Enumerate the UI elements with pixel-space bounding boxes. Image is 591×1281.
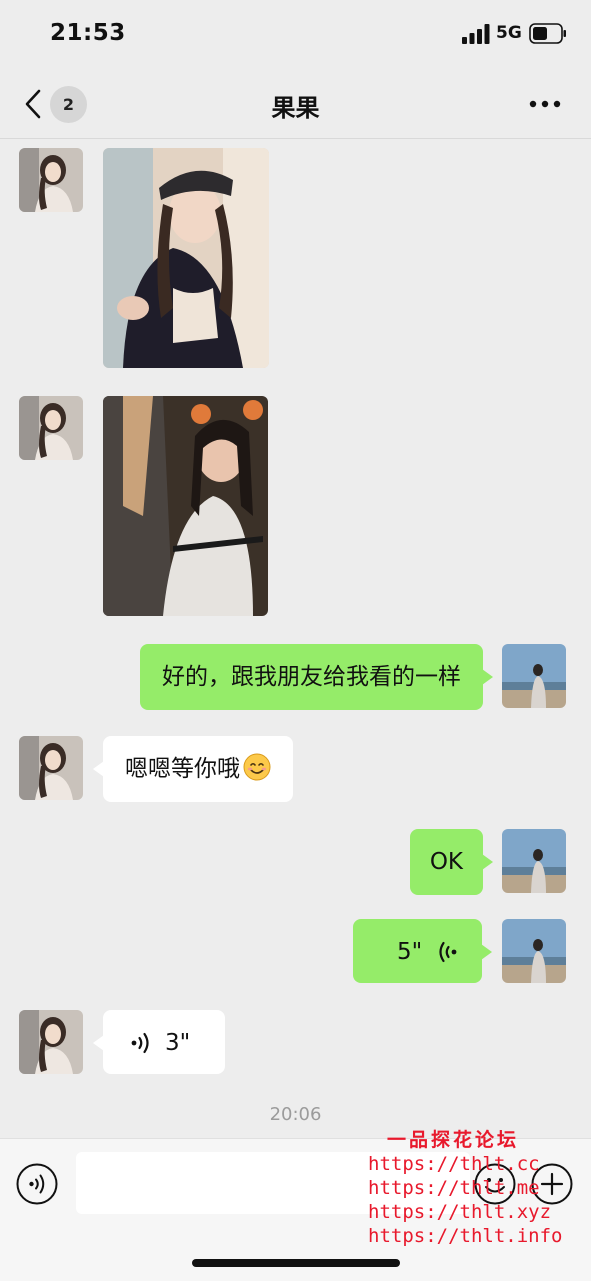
- smiling-face-emoji-icon: [243, 753, 271, 781]
- chat-title: 果果: [271, 94, 320, 122]
- incoming-voice-message[interactable]: 3": [93, 1010, 225, 1074]
- message-list[interactable]: 好的，跟我朋友给我看的一样 嗯嗯等你哦 OK 5" 3" 20:06: [0, 139, 591, 1137]
- outgoing-voice-message[interactable]: 5": [353, 919, 492, 983]
- incoming-photo[interactable]: [103, 148, 269, 368]
- my-avatar[interactable]: [502, 644, 566, 708]
- battery-icon: [529, 23, 566, 44]
- my-avatar[interactable]: [502, 829, 566, 893]
- status-time: 21:53: [50, 20, 126, 46]
- input-bar: [0, 1138, 591, 1281]
- incoming-photo[interactable]: [103, 396, 268, 616]
- voice-duration: 5": [397, 939, 423, 965]
- voice-input-toggle-icon[interactable]: [16, 1163, 58, 1205]
- message-input[interactable]: [76, 1152, 470, 1214]
- voice-duration: 3": [165, 1030, 191, 1056]
- outgoing-message-bubble[interactable]: 好的，跟我朋友给我看的一样: [140, 644, 493, 710]
- contact-avatar[interactable]: [19, 1010, 83, 1074]
- network-label: 5G: [496, 23, 522, 43]
- my-avatar[interactable]: [502, 919, 566, 983]
- contact-avatar[interactable]: [19, 396, 83, 460]
- message-timestamp: 20:06: [269, 1104, 322, 1125]
- incoming-message-bubble[interactable]: 嗯嗯等你哦: [93, 736, 293, 802]
- home-indicator[interactable]: [192, 1259, 400, 1267]
- contact-avatar[interactable]: [19, 736, 83, 800]
- chat-header: 2 果果: [0, 70, 591, 139]
- add-icon[interactable]: [531, 1163, 573, 1205]
- status-bar: 21:53 5G: [0, 0, 591, 70]
- contact-avatar[interactable]: [19, 148, 83, 212]
- voice-wave-icon: [439, 941, 457, 963]
- more-options-icon[interactable]: [527, 92, 563, 116]
- voice-wave-icon: [131, 1032, 149, 1054]
- signal-icon: [462, 24, 490, 44]
- message-text: 嗯嗯等你哦: [125, 756, 240, 782]
- emoji-icon[interactable]: [474, 1163, 516, 1205]
- outgoing-message-bubble[interactable]: OK: [409, 829, 494, 895]
